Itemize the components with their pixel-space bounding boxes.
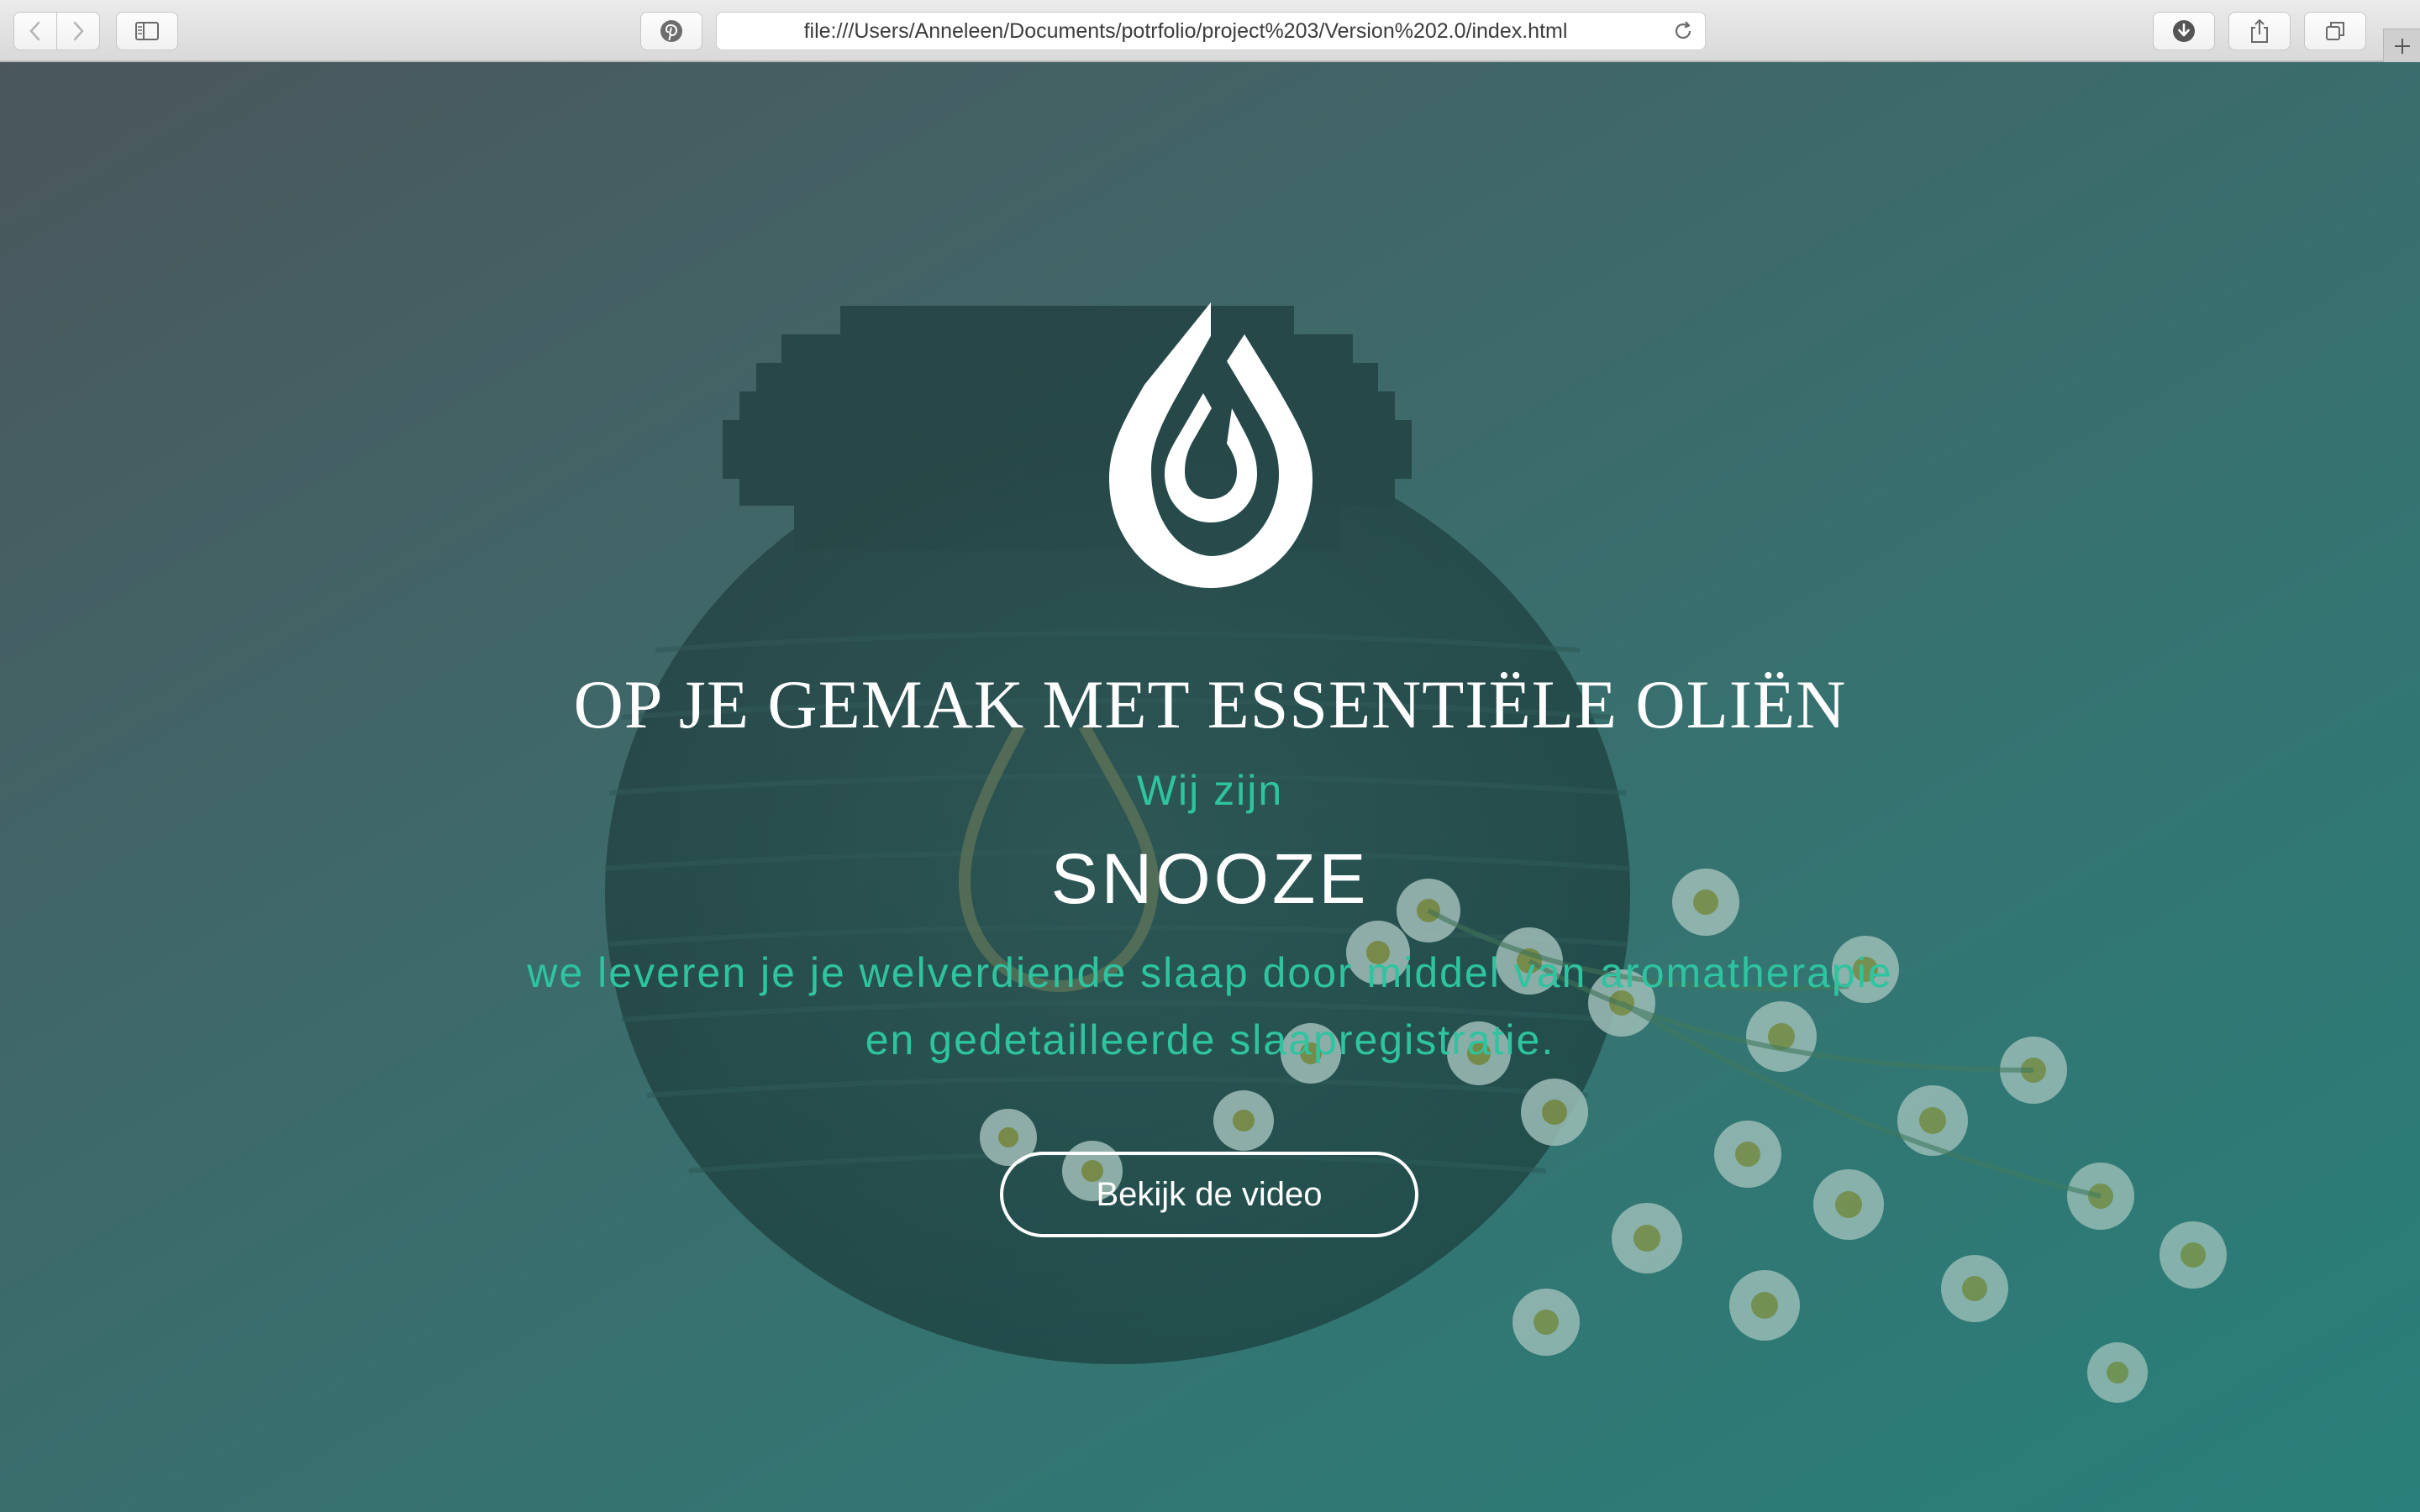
downloads-button[interactable]	[2153, 12, 2215, 50]
watch-video-button[interactable]: Bekijk de video	[1000, 1152, 1418, 1237]
brand-name: SNOOZE	[1050, 839, 1370, 918]
chevron-left-icon	[29, 21, 40, 41]
hero-headline: OP JE GEMAK MET ESSENTIËLE OLIËN	[573, 666, 1847, 743]
water-drop-logo	[1109, 302, 1313, 588]
sidebar-button[interactable]	[116, 12, 178, 50]
plus-icon	[2394, 38, 2410, 54]
forward-button[interactable]	[56, 12, 100, 50]
hero-tagline: we leveren je je welverdiende slaap door…	[471, 939, 1949, 1074]
back-button[interactable]	[13, 12, 57, 50]
new-tab-button[interactable]	[2383, 29, 2420, 62]
reload-icon[interactable]	[1671, 19, 1695, 43]
hero-tagline-line-1: we leveren je je welverdiende slaap door…	[527, 949, 1893, 996]
pinterest-button[interactable]	[640, 12, 702, 50]
hero-content: OP JE GEMAK MET ESSENTIËLE OLIËN Wij zij…	[0, 62, 2420, 1512]
browser-toolbar: file:///Users/Anneleen/Documents/potrfol…	[0, 0, 2420, 62]
download-icon	[2173, 20, 2195, 42]
hero-intro: Wij zijn	[1136, 767, 1284, 814]
sidebar-icon	[135, 22, 159, 40]
hero-section: OP JE GEMAK MET ESSENTIËLE OLIËN Wij zij…	[0, 62, 2420, 1512]
hero-tagline-line-2: en gedetailleerde slaapregistratie.	[865, 1016, 1555, 1063]
address-bar-url: file:///Users/Anneleen/Documents/potrfol…	[803, 19, 1568, 43]
pinterest-icon	[660, 20, 682, 42]
chevron-right-icon	[73, 21, 84, 41]
share-button[interactable]	[2228, 12, 2291, 50]
address-bar[interactable]: file:///Users/Anneleen/Documents/potrfol…	[716, 12, 1706, 50]
tabs-overview-icon	[2326, 22, 2344, 40]
share-icon	[2251, 19, 2268, 43]
tabs-overview-button[interactable]	[2304, 12, 2366, 50]
